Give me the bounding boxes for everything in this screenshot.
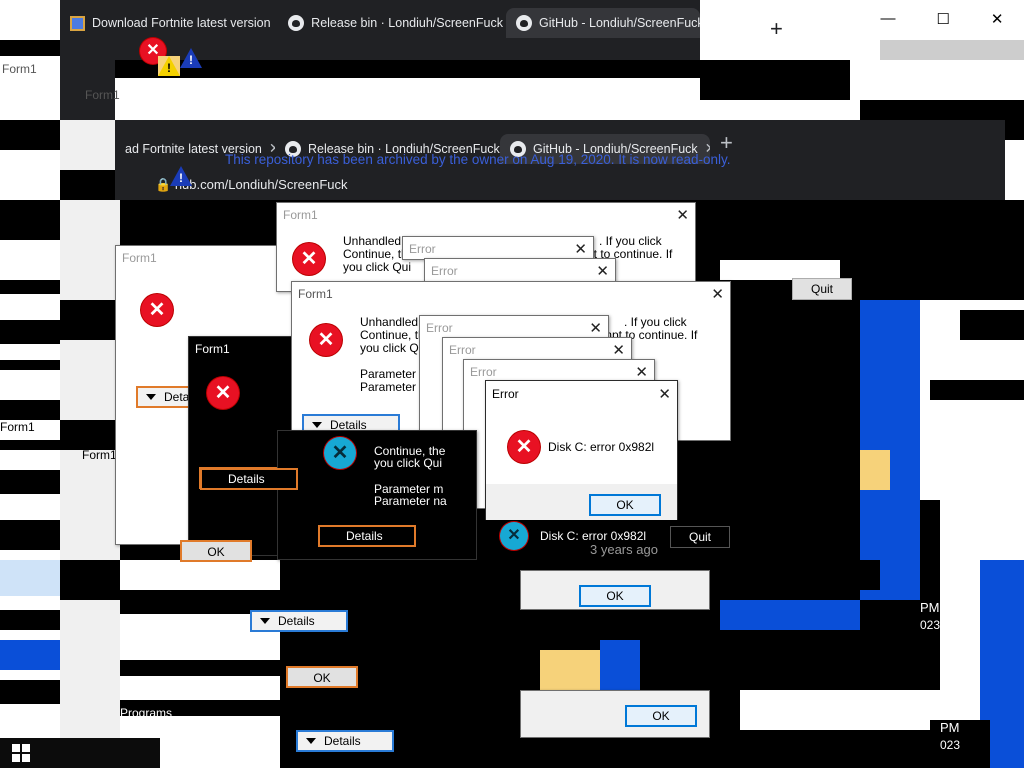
- glitch-strip: [115, 60, 700, 78]
- form-label: Form1: [0, 420, 35, 434]
- exception-text: you click Qui: [343, 260, 412, 274]
- clock-date: 023: [920, 618, 941, 632]
- tab-fortnite[interactable]: Download Fortnite latest version ✕: [60, 8, 278, 38]
- tab-title: Download Fortnite latest version: [92, 16, 271, 30]
- fortnite-favicon-icon: [70, 15, 85, 31]
- details-button[interactable]: Details: [296, 730, 394, 752]
- ok-button[interactable]: OK: [286, 666, 358, 688]
- ok-button[interactable]: OK: [589, 494, 661, 516]
- close-icon[interactable]: ✕: [658, 385, 671, 403]
- error-icon: ✕: [141, 294, 173, 326]
- quit-button[interactable]: Quit: [670, 526, 730, 548]
- exception-text: you click Qui: [374, 456, 443, 470]
- form-label: Form1: [2, 62, 37, 76]
- exception-text: you click Qui: [360, 341, 429, 355]
- browser-window-offset: ad Fortnite latest version ✕ Release bin…: [115, 120, 1005, 200]
- windows-start-icon[interactable]: [12, 744, 30, 762]
- details-button[interactable]: Details: [318, 525, 416, 547]
- clock-time: PM: [920, 600, 940, 615]
- close-window-icon[interactable]: ✕: [991, 10, 1004, 32]
- ok-button[interactable]: OK: [180, 540, 252, 562]
- github-icon: [288, 15, 305, 31]
- error-dialog-ghost: OK: [520, 690, 710, 738]
- error-dialog-small: Error ✕: [424, 258, 616, 282]
- form-label: Form1: [85, 88, 120, 102]
- details-button[interactable]: Details: [250, 610, 348, 632]
- tab-title: GitHub - Londiuh/ScreenFuck: [539, 16, 700, 30]
- new-tab-button[interactable]: +: [770, 16, 783, 42]
- close-icon[interactable]: ✕: [711, 285, 724, 303]
- glitch-strip: [115, 78, 700, 120]
- error-dialog-small: Error ✕: [402, 236, 594, 260]
- quit-button[interactable]: Quit: [792, 278, 852, 300]
- lock-icon: 🔒: [155, 177, 172, 192]
- form1-dialog-dark: ✕ Continue, the you click Qui Parameter …: [277, 430, 477, 560]
- clock-time: PM: [940, 720, 960, 735]
- dialog-title: Form1: [298, 287, 333, 301]
- programs-label: Programs: [120, 706, 173, 720]
- warning-icon: [170, 166, 192, 186]
- error-icon: ✕: [310, 324, 342, 356]
- tab-strip: Download Fortnite latest version ✕ Relea…: [60, 0, 700, 38]
- error-icon: ✕: [207, 377, 239, 409]
- clock-date: 023: [940, 738, 961, 752]
- warning-icon: [158, 56, 180, 76]
- form-label: Form1: [126, 618, 161, 632]
- archived-banner: This repository has been archived by the…: [225, 152, 731, 167]
- parameter-text: Parameter na: [374, 494, 447, 508]
- error-icon: ✕: [500, 522, 528, 550]
- ago-text: 3 years ago: [590, 542, 658, 557]
- warning-icon: [180, 48, 202, 68]
- maximize-icon[interactable]: ☐: [936, 10, 949, 32]
- error-icon: ✕: [324, 437, 356, 469]
- error-message: Disk C: error 0x982l: [548, 440, 655, 454]
- dialog-title: Error: [492, 387, 519, 401]
- error-dialog-ghost: OK: [520, 570, 710, 610]
- github-icon: [516, 15, 532, 31]
- tab-github-repo[interactable]: GitHub - Londiuh/ScreenFuck ✕: [506, 8, 700, 38]
- details-button[interactable]: Details: [200, 468, 298, 490]
- ok-button[interactable]: OK: [579, 585, 651, 607]
- error-icon: ✕: [508, 431, 540, 463]
- window-controls: — ☐ ✕: [860, 10, 1024, 32]
- form-label: Form1: [172, 737, 207, 751]
- minimize-icon[interactable]: —: [880, 10, 895, 32]
- tab-title: Release bin · Londiuh/ScreenFuck: [311, 16, 503, 30]
- tab-release-bin[interactable]: Release bin · Londiuh/ScreenFuck ✕: [278, 8, 506, 38]
- form-label: Form1: [82, 448, 117, 462]
- address-bar[interactable]: 🔒 hub.com/Londiuh/ScreenFuck: [155, 174, 535, 196]
- error-dialog: Error ✕ ✕ Disk C: error 0x982l OK: [485, 380, 678, 525]
- ok-button[interactable]: OK: [625, 705, 697, 727]
- error-icon: ✕: [293, 243, 325, 275]
